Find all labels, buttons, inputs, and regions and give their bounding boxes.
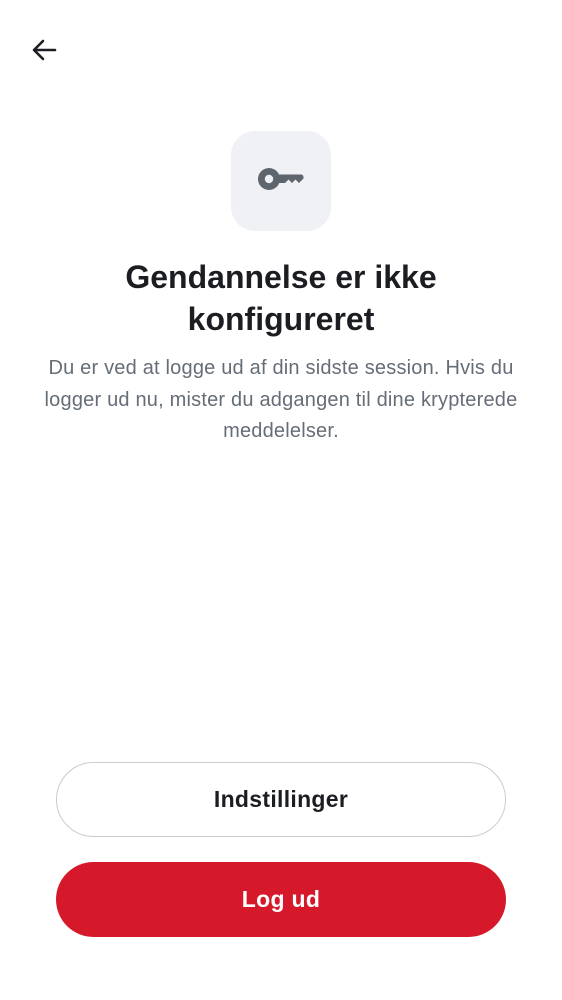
settings-button[interactable]: Indstillinger	[56, 762, 506, 837]
back-button[interactable]	[22, 28, 66, 72]
settings-button-label: Indstillinger	[213, 786, 349, 812]
page-description: Du er ved at logge ud af din sidste sess…	[44, 357, 518, 442]
logout-button[interactable]: Log ud	[56, 862, 506, 937]
key-icon	[257, 165, 305, 198]
key-icon-tile	[231, 131, 331, 231]
recovery-not-configured-screen: Gendannelse er ikke konfigureret Du er v…	[0, 0, 562, 1000]
logout-button-label: Log ud	[241, 886, 321, 912]
page-title: Gendannelse er ikke konfigureret	[125, 259, 437, 337]
arrow-left-icon	[30, 36, 58, 64]
